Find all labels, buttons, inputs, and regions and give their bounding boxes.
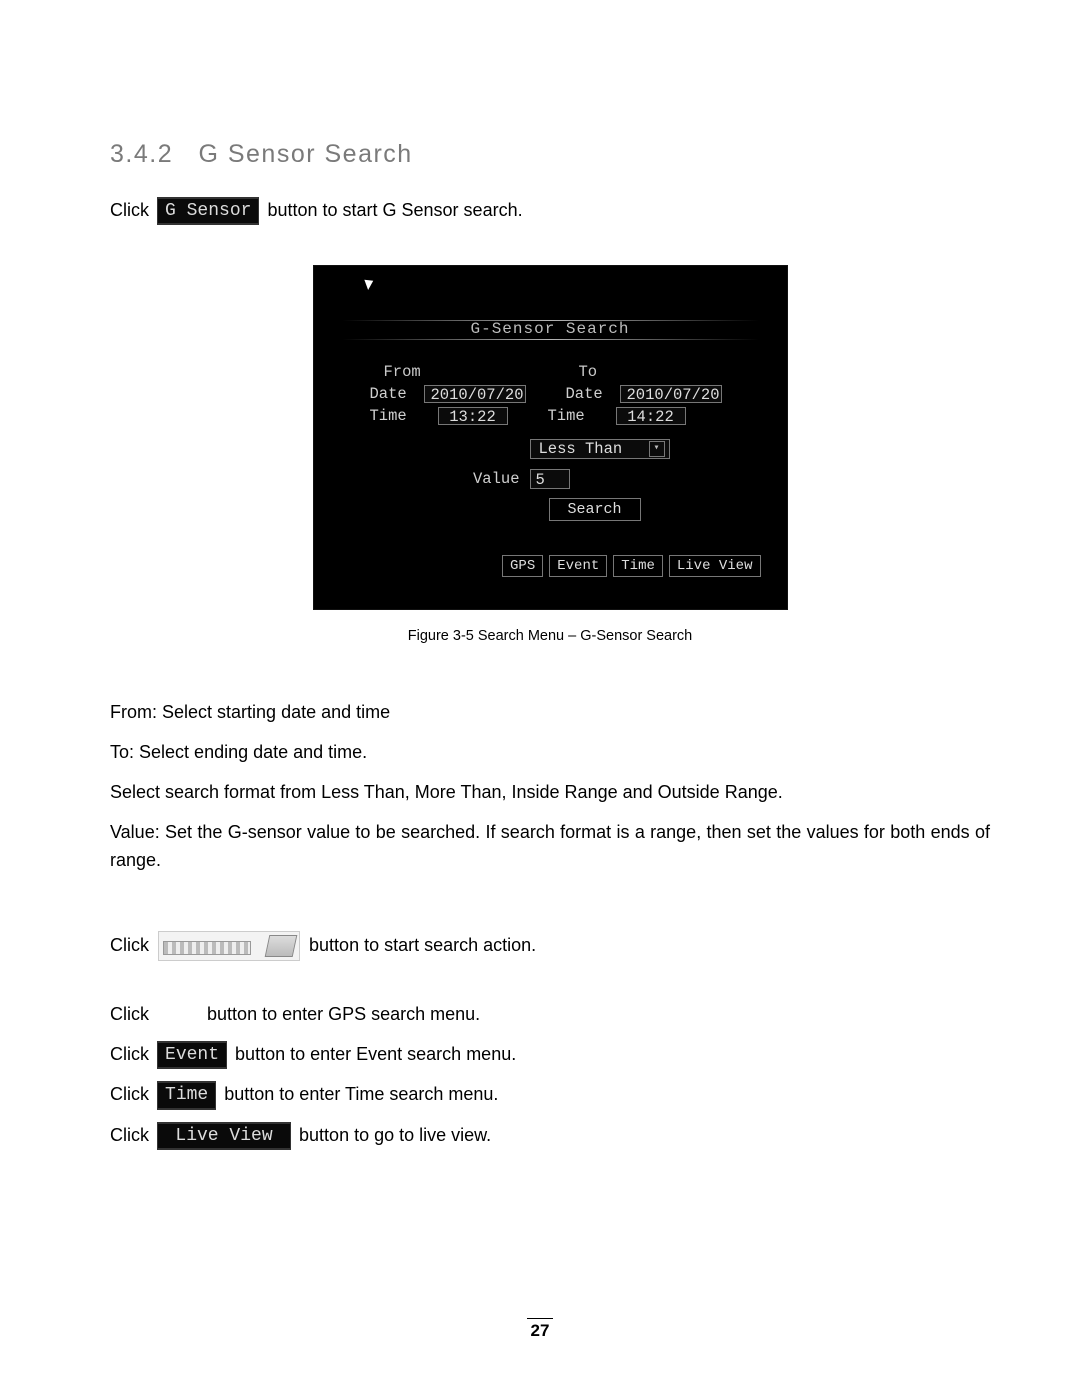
format-combo-label: Less Than (539, 440, 623, 458)
time-label-to: Time (548, 407, 602, 425)
osd-date-grid: From To Date 2010/07/20 Date 2010/07/20 … (370, 361, 761, 427)
section-title: G Sensor Search (198, 140, 412, 168)
format-desc-last: Outside Range (658, 782, 778, 802)
osd-bottom-bar: GPS Event Time Live View (502, 555, 760, 577)
format-desc-opts: Less Than, More Than, Inside Range (321, 782, 618, 802)
action-text: button to enter Event search menu. (235, 1044, 516, 1064)
description-block: From: Select starting date and time To: … (110, 699, 990, 874)
action-text: button to start search action. (309, 935, 536, 955)
osd-screenshot: G-Sensor Search From To Date 2010/07/20 … (110, 265, 990, 610)
chevron-down-icon: ▾ (649, 441, 665, 457)
from-header: From (370, 363, 579, 381)
action-event-line: Click Event button to enter Event search… (110, 1041, 990, 1069)
action-text: Click (110, 1044, 149, 1064)
figure-caption: Figure 3-5 Search Menu – G-Sensor Search (110, 628, 990, 644)
value-label: Value (370, 470, 530, 488)
page-number: 27 (0, 1318, 1080, 1341)
intro-paragraph: Click G Sensor button to start G Sensor … (110, 197, 990, 225)
date-label-from: Date (370, 385, 424, 403)
section-number: 3.4.2 (110, 140, 173, 168)
manual-page: 3.4.2 G Sensor Search Click G Sensor but… (0, 0, 1080, 1397)
action-text: button to enter Time search menu. (224, 1084, 498, 1104)
format-desc-pre: Select search format from (110, 782, 321, 802)
from-desc-label: From: (110, 702, 157, 722)
action-text: Click (110, 1084, 149, 1104)
osd-gps-button[interactable]: GPS (502, 555, 543, 577)
to-time-input[interactable]: 14:22 (616, 407, 686, 425)
osd-event-button[interactable]: Event (549, 555, 607, 577)
action-text: Click (110, 1125, 149, 1145)
date-label-to: Date (566, 385, 620, 403)
action-text: Click (110, 1004, 149, 1024)
cursor-icon (364, 277, 375, 290)
format-desc-period: . (778, 782, 783, 802)
to-date-input[interactable]: 2010/07/20 (620, 385, 722, 403)
to-header: To (579, 363, 598, 381)
search-keyboard-icon[interactable] (158, 931, 300, 961)
to-desc-text: Select ending date and time. (139, 742, 367, 762)
format-desc-and: and (618, 782, 658, 802)
live-view-chip[interactable]: Live View (157, 1122, 291, 1150)
intro-rest: button to start G Sensor search. (267, 200, 522, 220)
value-desc-label: Value: (110, 822, 160, 842)
from-desc-text: Select starting date and time (162, 702, 390, 722)
osd-value-block: Less Than ▾ Value 5 (370, 438, 761, 490)
event-chip[interactable]: Event (157, 1041, 227, 1069)
action-time-line: Click Time button to enter Time search m… (110, 1081, 990, 1109)
osd-search-button[interactable]: Search (549, 498, 641, 521)
osd-time-button[interactable]: Time (613, 555, 663, 577)
section-heading: 3.4.2 G Sensor Search (110, 140, 990, 169)
to-desc-label: To: (110, 742, 134, 762)
action-live-line: Click Live View button to go to live vie… (110, 1122, 990, 1150)
from-time-input[interactable]: 13:22 (438, 407, 508, 425)
value-desc-text: Set the G-sensor value to be searched. I… (110, 822, 990, 870)
from-date-input[interactable]: 2010/07/20 (424, 385, 526, 403)
action-text: button to enter GPS search menu. (207, 1004, 480, 1024)
g-sensor-chip[interactable]: G Sensor (157, 197, 259, 225)
format-combo[interactable]: Less Than ▾ (530, 439, 670, 459)
action-gps-line: Click button to enter GPS search menu. (110, 1001, 990, 1029)
time-chip[interactable]: Time (157, 1081, 216, 1109)
action-search-line: Click button to start search action. (110, 931, 990, 961)
action-text: button to go to live view. (299, 1125, 491, 1145)
osd-title: G-Sensor Search (314, 320, 787, 339)
time-label-from: Time (370, 407, 424, 425)
action-text: Click (110, 935, 149, 955)
osd-panel: G-Sensor Search From To Date 2010/07/20 … (313, 265, 788, 610)
value-input[interactable]: 5 (530, 469, 570, 489)
osd-divider (342, 339, 759, 340)
osd-live-view-button[interactable]: Live View (669, 555, 761, 577)
intro-click: Click (110, 200, 149, 220)
